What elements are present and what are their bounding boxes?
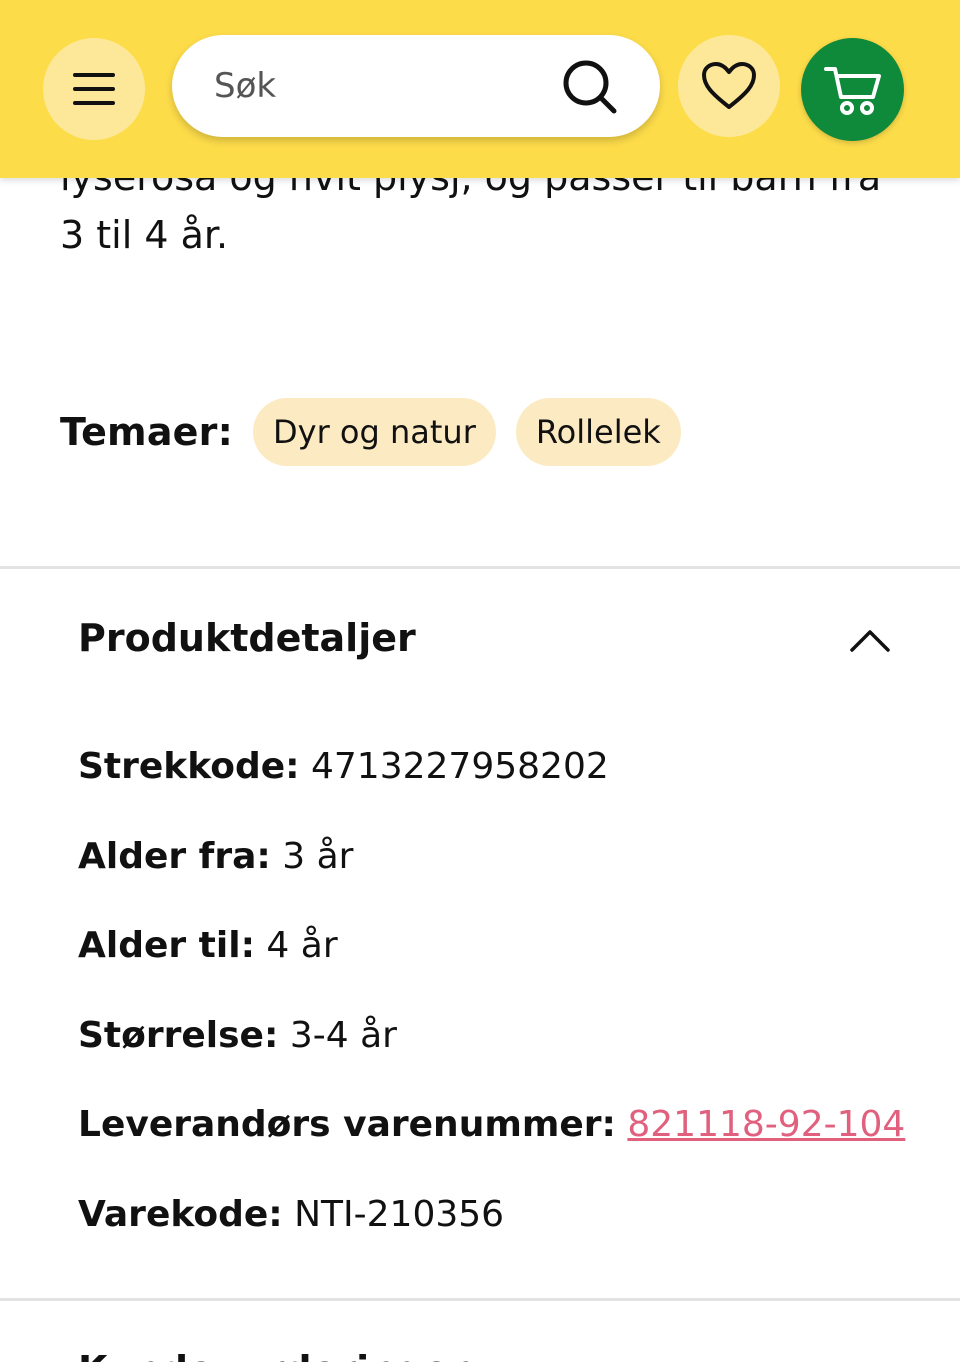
supplier-number-link[interactable]: 821118-92-104 bbox=[627, 1104, 905, 1145]
heart-icon bbox=[702, 62, 756, 109]
detail-key: Varekode: bbox=[78, 1194, 283, 1235]
product-page: lyserosa og hvit plysj, og passer til ba… bbox=[0, 0, 960, 1362]
detail-value: 4713227958202 bbox=[311, 746, 609, 787]
product-details-toggle[interactable]: Produktdetaljer bbox=[78, 610, 898, 670]
search-bar bbox=[172, 35, 660, 137]
theme-chip-rollelek[interactable]: Rollelek bbox=[515, 398, 681, 466]
favorites-button[interactable] bbox=[678, 35, 780, 137]
detail-value: 3 år bbox=[282, 836, 354, 877]
product-details-title: Produktdetaljer bbox=[78, 616, 416, 660]
themes-section: Temaer: Dyr og natur Rollelek bbox=[60, 396, 701, 468]
theme-chip-dyr-og-natur[interactable]: Dyr og natur bbox=[253, 398, 496, 466]
chevron-up-icon bbox=[850, 630, 890, 652]
themes-label: Temaer: bbox=[60, 410, 233, 454]
detail-key: Alder fra: bbox=[78, 836, 271, 877]
menu-button[interactable] bbox=[43, 38, 145, 140]
reviews-section-toggle[interactable]: Kundevurderinger bbox=[78, 1348, 468, 1362]
cart-icon bbox=[823, 66, 881, 115]
cart-button[interactable] bbox=[801, 38, 904, 141]
divider bbox=[0, 1298, 960, 1301]
detail-key: Leverandørs varenummer: bbox=[78, 1104, 616, 1145]
search-input[interactable] bbox=[212, 57, 546, 115]
description-line-end: 3 til 4 år. bbox=[60, 213, 229, 257]
detail-key: Strekkode: bbox=[78, 746, 300, 787]
detail-value: 4 år bbox=[266, 925, 338, 966]
detail-row-age-from: Alder fra: 3 år bbox=[78, 832, 353, 882]
detail-row-size: Størrelse: 3-4 år bbox=[78, 1011, 397, 1061]
top-bar bbox=[0, 0, 960, 178]
detail-row-barcode: Strekkode: 4713227958202 bbox=[78, 742, 609, 792]
detail-value: 3-4 år bbox=[289, 1015, 397, 1056]
detail-row-age-to: Alder til: 4 år bbox=[78, 921, 338, 971]
detail-row-item-code: Varekode: NTI-210356 bbox=[78, 1190, 504, 1240]
search-icon[interactable] bbox=[560, 57, 620, 117]
detail-row-supplier-number: Leverandørs varenummer: 821118-92-104 bbox=[78, 1100, 905, 1150]
divider bbox=[0, 566, 960, 569]
menu-icon bbox=[73, 73, 115, 105]
detail-value: NTI-210356 bbox=[294, 1194, 505, 1235]
detail-key: Størrelse: bbox=[78, 1015, 279, 1056]
detail-key: Alder til: bbox=[78, 925, 255, 966]
